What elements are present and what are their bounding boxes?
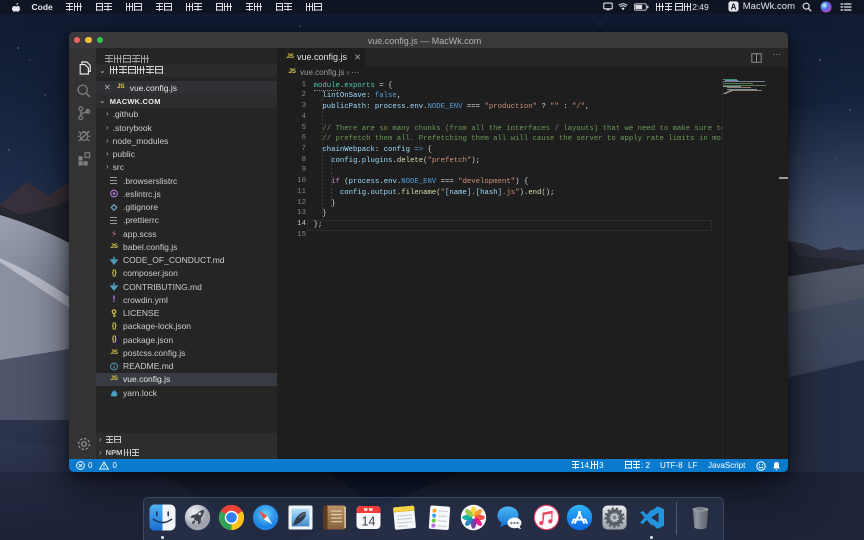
- svg-text:14: 14: [362, 515, 376, 529]
- svg-text:A: A: [730, 3, 736, 12]
